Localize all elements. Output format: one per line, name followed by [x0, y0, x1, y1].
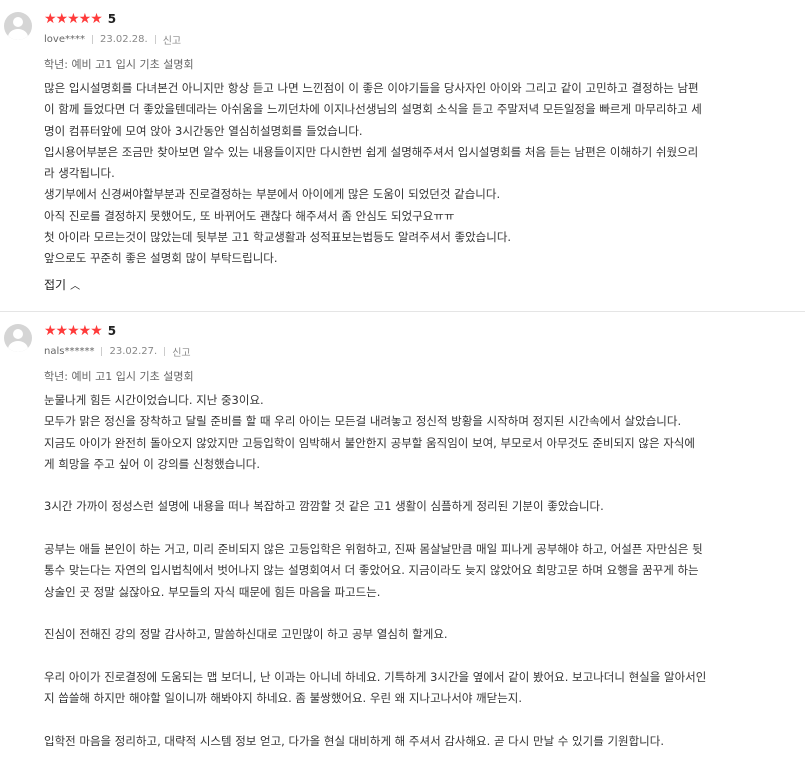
meta-divider: [91, 35, 93, 44]
review-line: 많은 입시설명회를 다녀본건 아니지만 항상 듣고 나면 느낀점이 이 좋은 이…: [44, 81, 699, 95]
review-line: 첫 아이라 모르는것이 많았는데 뒷부분 고1 학교생활과 성적표보는법등도 알…: [44, 230, 512, 245]
review-line: 지금도 아이가 완전히 돌아오지 않았지만 고등입학이 임박해서 불안한지 공부…: [44, 435, 695, 450]
review-line: 아직 진로를 결정하지 못했어도, 또 바뀌어도 괜찮다 해주셔서 좀 안심도 …: [44, 208, 455, 223]
course-info: 학년: 예비 고1 입시 기초 설명회: [44, 58, 194, 71]
meta-divider: [154, 35, 156, 44]
report-button[interactable]: 신고: [163, 32, 181, 47]
avatar-head: [13, 17, 23, 27]
meta-divider: [101, 347, 103, 356]
review-line: 입학전 마음을 정리하고, 대략적 시스템 정보 얻고, 다가올 현실 대비하게…: [44, 733, 664, 748]
avatar-body: [8, 341, 28, 352]
review-line: 지 씁쓸해 하지만 해야할 일이니까 해봐야지 하네요. 좀 불쌍했어요. 우린…: [44, 691, 523, 706]
course-info: 학년: 예비 고1 입시 기초 설명회: [44, 370, 194, 383]
review-line: 진심이 전해진 강의 정말 감사하고, 말씀하신대로 고민많이 하고 공부 열심…: [44, 627, 448, 642]
rating: ★★★★★ 5: [44, 11, 116, 27]
star-rating-icon: ★★★★★: [44, 323, 103, 339]
chevron-up-icon: ︿: [70, 281, 81, 292]
review-date: 23.02.28.: [99, 34, 148, 45]
review-line: 공부는 애들 본인이 하는 거고, 미리 준비되지 않은 고등입학은 위험하고,…: [44, 542, 703, 557]
rating-score: 5: [107, 324, 117, 338]
meta-divider: [164, 347, 166, 356]
rating-score: 5: [107, 12, 117, 26]
review-date: 23.02.27.: [109, 346, 158, 357]
review-line: 생기부에서 신경써야할부분과 진로결정하는 부분에서 아이에게 많은 도움이 되…: [44, 187, 501, 202]
review-meta: love**** 23.02.28. 신고: [44, 32, 181, 47]
review-line: 3시간 가까이 정성스런 설명에 내용을 떠나 복잡하고 깜깜할 것 같은 고1…: [44, 499, 604, 514]
fold-label: 접기: [44, 278, 67, 292]
avatar-head: [13, 329, 23, 339]
review-line: 우리 아이가 진로결정에 도움되는 맵 보더니, 난 이과는 아니네 하네요. …: [44, 669, 707, 684]
review-line: 입시용어부분은 조금만 찾아보면 알수 있는 내용들이지만 다시한번 쉽게 설명…: [44, 144, 699, 159]
review-line: 상술인 곳 정말 싫잖아요. 부모들의 자식 때문에 힘든 마음을 파고드는.: [44, 584, 381, 599]
fold-button[interactable]: 접기 ︿: [44, 276, 80, 293]
review-line: 앞으로도 꾸준히 좋은 설명회 많이 부탁드립니다.: [44, 251, 278, 266]
review-line: 명이 컴퓨터앞에 모여 앉아 3시간동안 열심히설명회를 들었습니다.: [44, 123, 363, 138]
review-line: 라 생각됩니다.: [44, 166, 115, 181]
review-line: 게 희망을 주고 싶어 이 강의를 신청했습니다.: [44, 456, 261, 471]
avatar: [4, 12, 32, 40]
review-content: 많은 입시설명회를 다녀본건 아니지만 항상 듣고 나면 느낀점이 이 좋은 이…: [44, 78, 796, 270]
review-content: 눈물나게 힘든 시간이었습니다. 지난 중3이요. 모두가 맑은 정신을 장착하…: [44, 390, 796, 752]
review-line: 모두가 맑은 정신을 장착하고 달릴 준비를 할 때 우리 아이는 모든걸 내려…: [44, 414, 682, 429]
star-rating-icon: ★★★★★: [44, 11, 103, 27]
review-meta: nals****** 23.02.27. 신고: [44, 344, 191, 359]
avatar: [4, 324, 32, 352]
reviewer-id: nals******: [44, 346, 95, 357]
reviewer-id: love****: [44, 34, 85, 45]
rating: ★★★★★ 5: [44, 323, 116, 339]
avatar-body: [8, 29, 28, 40]
review-line: 이 함께 들었다면 더 좋았을텐데라는 아쉬움을 느끼던차에 이지나선생님의 설…: [44, 102, 702, 117]
review-line: 통수 맞는다는 자연의 입시법칙에서 벗어나지 않는 설명회여서 더 좋았어요.…: [44, 563, 699, 578]
report-button[interactable]: 신고: [172, 344, 190, 359]
review-line: 눈물나게 힘든 시간이었습니다. 지난 중3이요.: [44, 393, 264, 407]
review-divider: [0, 311, 805, 312]
